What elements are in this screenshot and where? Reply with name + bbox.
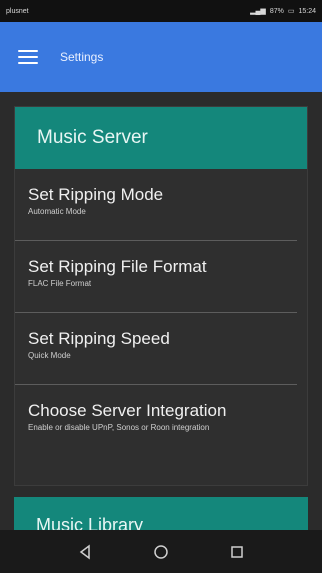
triangle-back-icon xyxy=(79,544,90,559)
android-nav-bar xyxy=(0,530,322,573)
time-label: 15:24 xyxy=(298,7,316,15)
music-server-card: Music Server Set Ripping Mode Automatic … xyxy=(14,106,308,486)
section-header-music-server: Music Server xyxy=(15,107,307,169)
app-bar: Settings xyxy=(0,22,322,92)
setting-subtitle: Automatic Mode xyxy=(28,207,86,216)
music-library-card[interactable]: Music Library xyxy=(14,497,308,530)
setting-ripping-speed[interactable]: Set Ripping Speed Quick Mode xyxy=(15,313,297,385)
setting-subtitle: Quick Mode xyxy=(28,351,71,360)
setting-title: Set Ripping Speed xyxy=(28,329,170,348)
page-title: Settings xyxy=(60,50,104,64)
carrier-label: plusnet xyxy=(6,7,29,15)
setting-ripping-file-format[interactable]: Set Ripping File Format FLAC File Format xyxy=(15,241,297,313)
battery-label: 87% xyxy=(269,7,284,15)
circle-home-icon xyxy=(154,544,168,559)
setting-title: Set Ripping File Format xyxy=(28,257,207,276)
setting-server-integration[interactable]: Choose Server Integration Enable or disa… xyxy=(15,385,297,457)
setting-ripping-mode[interactable]: Set Ripping Mode Automatic Mode xyxy=(15,169,297,241)
status-bar: plusnet ▂▄▆ 87% ▭ 15:24 xyxy=(0,0,322,22)
setting-title: Set Ripping Mode xyxy=(28,185,164,204)
recents-button[interactable] xyxy=(222,537,252,567)
back-button[interactable] xyxy=(70,537,100,567)
home-button[interactable] xyxy=(146,537,176,567)
section-header-music-library: Music Library xyxy=(36,515,144,530)
setting-subtitle: FLAC File Format xyxy=(28,279,92,288)
settings-content[interactable]: Music Server Set Ripping Mode Automatic … xyxy=(0,92,322,530)
battery-icon: ▭ xyxy=(287,8,295,15)
hamburger-menu-icon[interactable] xyxy=(18,50,38,64)
signal-icon: ▂▄▆ xyxy=(250,8,266,15)
setting-subtitle: Enable or disable UPnP, Sonos or Roon in… xyxy=(28,423,210,432)
setting-title: Choose Server Integration xyxy=(28,401,227,420)
square-recents-icon xyxy=(231,545,243,558)
status-indicators: ▂▄▆ 87% ▭ 15:24 xyxy=(250,7,316,16)
